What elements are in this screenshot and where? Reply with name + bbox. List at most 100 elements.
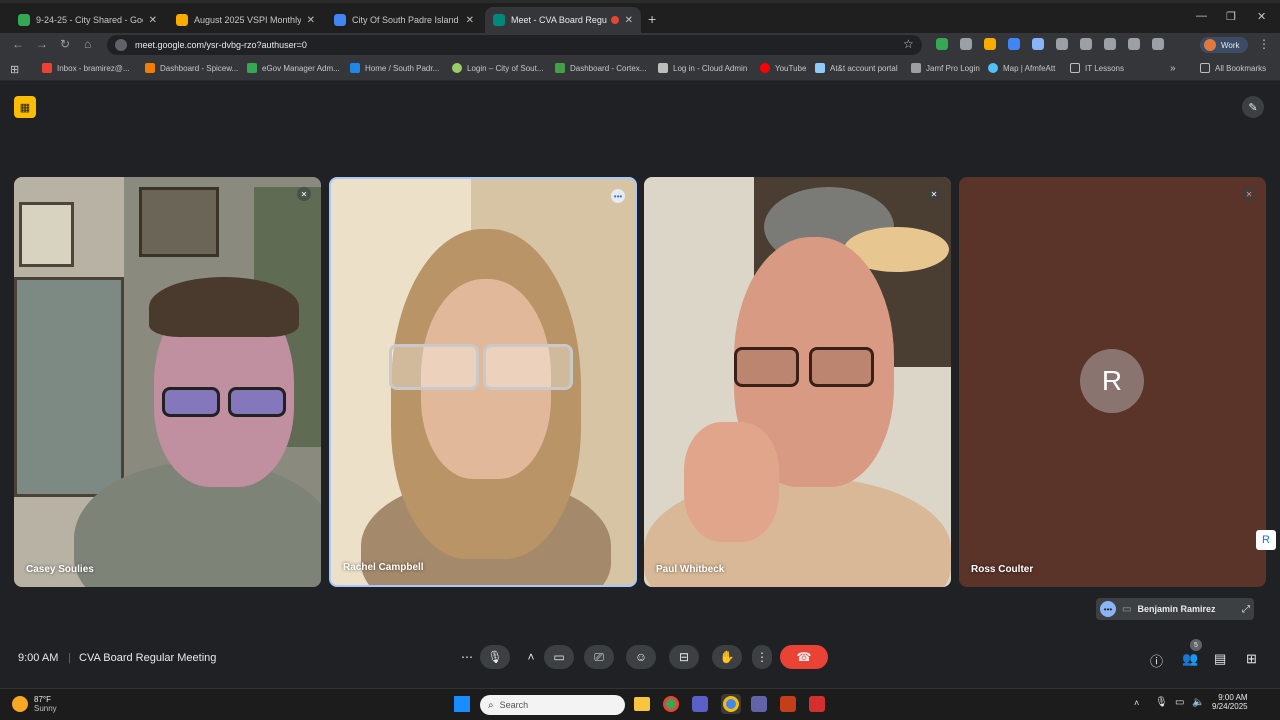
weather-temp: 87°F (34, 695, 51, 704)
teams-icon[interactable] (692, 696, 708, 712)
extension-icon[interactable] (960, 38, 972, 50)
file-explorer-icon[interactable] (634, 697, 650, 711)
tab-vspi-report[interactable]: August 2025 VSPI Monthly Rep ✕ (168, 7, 323, 33)
participant-tile[interactable]: ✕ Paul Whitbeck (644, 177, 951, 587)
floating-app-icon[interactable]: R (1256, 530, 1276, 550)
reactions-button[interactable]: ☺ (626, 645, 656, 669)
mic-icon[interactable]: 🎙 (1155, 697, 1168, 708)
bookmark-item[interactable]: Log in - Cloud Admin (658, 63, 747, 73)
extension-icon[interactable] (1008, 38, 1020, 50)
microphone-button[interactable]: 🎙 (480, 645, 510, 669)
bookmark-item[interactable]: YouTube (760, 63, 806, 73)
folder-icon (1200, 63, 1210, 73)
close-icon[interactable]: ✕ (307, 15, 315, 26)
chrome-icon[interactable] (723, 696, 739, 712)
close-icon[interactable]: ✕ (466, 15, 474, 26)
extension-icon[interactable] (1128, 38, 1140, 50)
more-options-icon[interactable]: ••• (611, 189, 625, 203)
chat-icon[interactable]: ▤ (1214, 651, 1226, 667)
site-icon (452, 63, 462, 73)
new-tab-icon[interactable]: + (648, 11, 656, 27)
glasses (809, 347, 874, 387)
bookmark-star-icon[interactable]: ☆ (903, 37, 914, 51)
taskbar-search[interactable]: ⌕ Search (480, 695, 625, 715)
site-info-icon[interactable] (115, 39, 127, 51)
tab-city-shared[interactable]: 9-24-25 - City Shared - Google ✕ (10, 7, 165, 33)
bookmark-item[interactable]: Login – City of Sout... (452, 63, 544, 73)
powerpoint-icon[interactable] (780, 696, 796, 712)
extension-icon[interactable] (1104, 38, 1116, 50)
bookmark-item[interactable]: Inbox - bramirez@... (42, 63, 130, 73)
weather-widget[interactable]: 87°F Sunny (12, 695, 57, 713)
participant-tile[interactable]: R ✕ Ross Coulter (959, 177, 1266, 587)
windows-start-icon[interactable] (454, 696, 470, 712)
meeting-info-icon[interactable]: ⓘ (1150, 651, 1163, 670)
omnibox[interactable]: meet.google.com/ysr-dvbg-rzo?authuser=0 (107, 35, 922, 55)
person-hair (149, 277, 299, 337)
side-panel-icon[interactable] (1152, 38, 1164, 50)
extension-icon[interactable] (936, 38, 948, 50)
more-options-icon[interactable]: ⋯ (452, 645, 482, 669)
more-actions-button[interactable]: ⋮ (752, 645, 772, 669)
edit-pen-icon[interactable]: ✎ (1242, 96, 1264, 118)
captions-button[interactable]: ⊟ (669, 645, 699, 669)
minimize-icon[interactable]: — (1196, 10, 1207, 22)
more-options-icon[interactable]: ••• (1100, 601, 1116, 617)
close-icon[interactable]: ✕ (625, 15, 633, 26)
extension-icon[interactable] (984, 38, 996, 50)
restore-icon[interactable]: ❐ (1226, 10, 1236, 23)
meeting-title: CVA Board Regular Meeting (79, 652, 217, 664)
bookmark-item[interactable]: eGov Manager Adm... (247, 63, 340, 73)
calendar-icon (334, 14, 346, 26)
notifications-icon[interactable] (1262, 697, 1272, 711)
chevron-right-icon[interactable]: » (1170, 63, 1176, 74)
camera-off-icon[interactable]: ▦ (14, 96, 36, 118)
participant-tile[interactable]: ✕ Casey Soulies (14, 177, 321, 587)
extensions-bar (936, 38, 1176, 50)
menu-icon[interactable]: ⋮ (1258, 37, 1270, 51)
bookmark-item[interactable]: Jamf Pro Login (911, 63, 980, 73)
puzzle-icon[interactable] (1056, 38, 1068, 50)
raise-hand-button[interactable]: ✋ (712, 645, 742, 669)
wall-picture (14, 277, 124, 497)
bookmark-item[interactable]: At&t account portal (815, 63, 898, 73)
meet-stage: ▦ ✎ ✕ Casey Soulies ••• Rachel Campbell (0, 82, 1280, 688)
glasses (389, 344, 479, 390)
present-screen-button[interactable]: ⎚ (584, 645, 614, 669)
participant-tile-active-speaker[interactable]: ••• Rachel Campbell (329, 177, 637, 587)
bookmark-item[interactable]: Dashboard - Spicew... (145, 63, 238, 73)
volume-icon[interactable]: 🔈 (1192, 697, 1204, 708)
bookmark-item[interactable]: Home / South Padr... (350, 63, 439, 73)
bookmark-item[interactable]: Dashboard - Cortex... (555, 63, 646, 73)
camera-button[interactable]: ▭ (544, 645, 574, 669)
expand-icon[interactable]: ⤢ (1242, 604, 1250, 615)
reload-icon[interactable]: ↻ (60, 37, 70, 51)
back-icon[interactable]: ← (12, 37, 24, 51)
extension-icon[interactable] (1032, 38, 1044, 50)
mic-off-icon: ✕ (1242, 187, 1256, 201)
profile-button[interactable]: Work (1200, 37, 1248, 53)
chevron-up-icon[interactable]: ˄ (1134, 698, 1139, 708)
tab-meet[interactable]: Meet - CVA Board Regular ✕ (485, 7, 641, 33)
tab-city-of-spi[interactable]: City Of South Padre Island - Ca ✕ (326, 7, 482, 33)
self-view-chip[interactable]: ••• ▭ Benjamin Ramirez ⤢ (1096, 598, 1254, 620)
teams-icon[interactable] (751, 696, 767, 712)
extension-icon[interactable] (1080, 38, 1092, 50)
bookmark-folder[interactable]: IT Lessons (1070, 63, 1124, 73)
forward-icon[interactable]: → (36, 37, 48, 51)
acrobat-icon[interactable] (809, 696, 825, 712)
apps-grid-icon[interactable]: ⊞ (10, 63, 19, 76)
close-icon[interactable]: ✕ (149, 15, 157, 26)
people-icon[interactable]: 👥 (1182, 651, 1198, 667)
weather-desc: Sunny (34, 704, 57, 713)
leave-call-button[interactable]: ☎ (780, 645, 828, 669)
window-close-icon[interactable]: ✕ (1257, 10, 1266, 23)
chevron-up-icon[interactable]: ˄ (516, 645, 546, 669)
chrome-icon[interactable] (663, 696, 679, 712)
bookmark-item[interactable]: Map | AfmfeAtt (988, 63, 1055, 73)
activities-icon[interactable]: ⊞ (1246, 651, 1257, 667)
all-bookmarks-folder[interactable]: All Bookmarks (1200, 63, 1266, 73)
home-icon[interactable]: ⌂ (84, 37, 91, 51)
network-icon[interactable]: ▭ (1175, 697, 1184, 708)
system-clock[interactable]: 9:00 AM 9/24/2025 (1212, 693, 1248, 711)
